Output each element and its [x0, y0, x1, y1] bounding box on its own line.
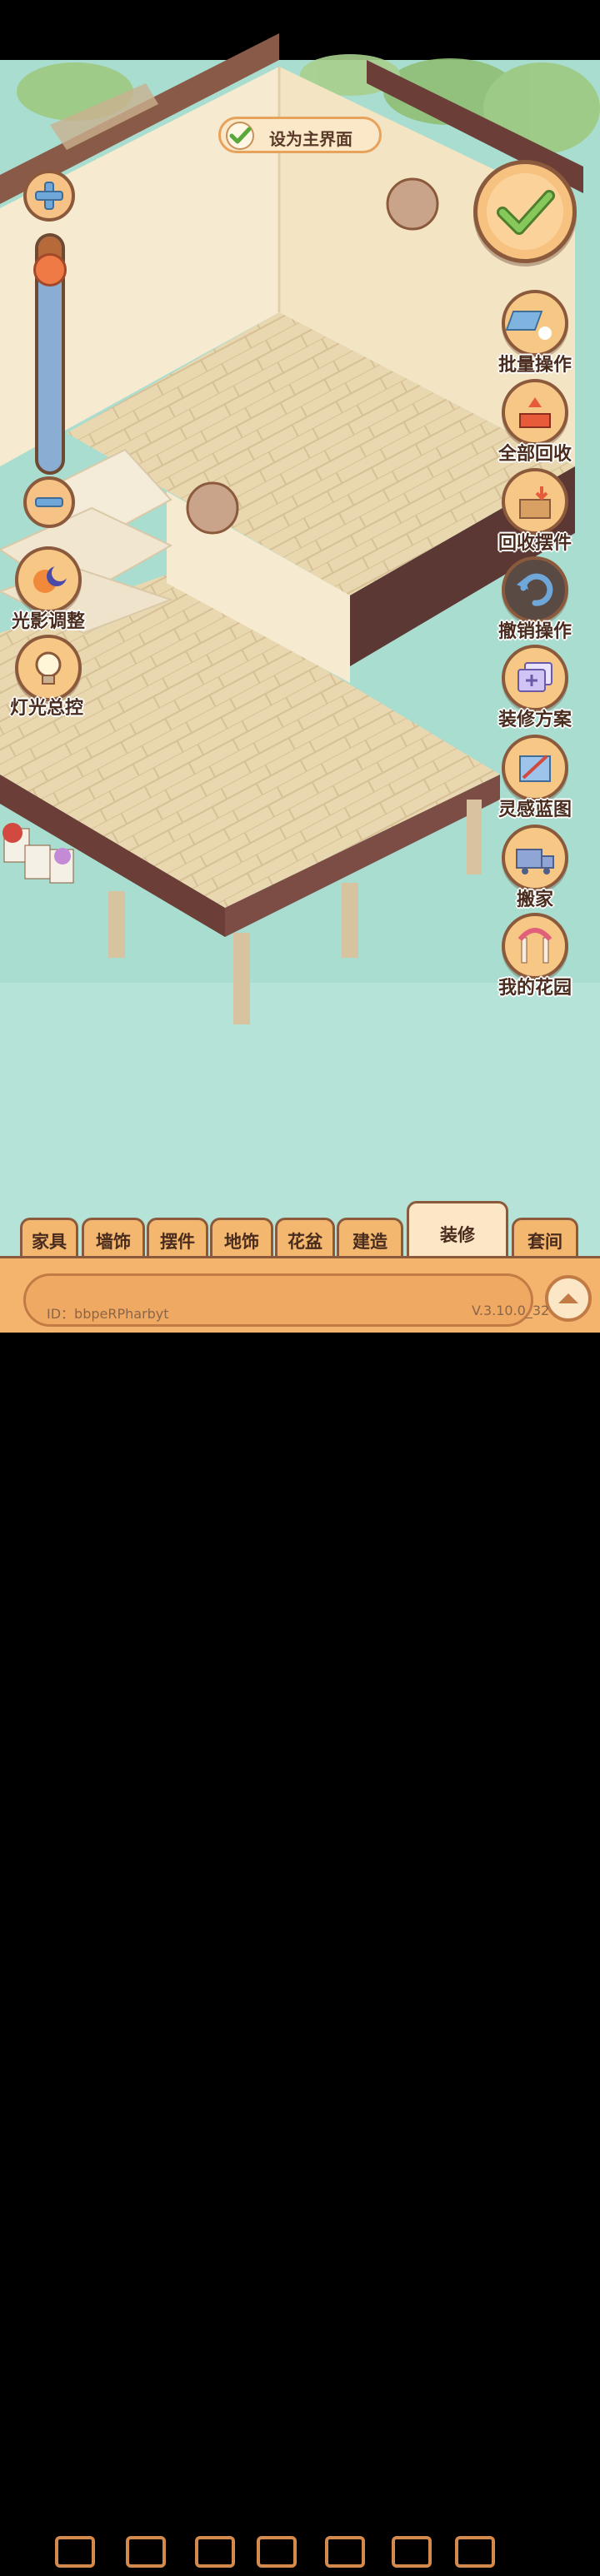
minus-icon [35, 497, 63, 507]
recycle-tray-icon [519, 397, 551, 428]
menu-label-3: 撤销操作 [498, 621, 572, 642]
menu-button-6[interactable] [502, 825, 568, 891]
checkmark-icon [487, 173, 563, 250]
menu-label-2: 回收摆件 [498, 533, 572, 554]
set-main-screen-toggle[interactable]: 设为主界面 [218, 117, 382, 153]
player-id: ID：bbpeRPharbyt [47, 1306, 169, 1322]
light-shadow-button[interactable] [15, 546, 82, 613]
plus-icon [35, 182, 63, 210]
tab-label: 摆件 [160, 1232, 195, 1252]
menu-button-2[interactable] [502, 468, 568, 535]
tab-label: 建造 [352, 1232, 388, 1252]
tab-7[interactable]: 套间 [512, 1218, 578, 1261]
paint-roller-icon[interactable] [386, 177, 439, 231]
tab-6[interactable]: 装修 [407, 1201, 508, 1261]
tab-5[interactable]: 建造 [337, 1218, 403, 1261]
menu-button-3[interactable] [502, 556, 568, 623]
zoom-in-button[interactable] [23, 170, 75, 222]
garden-arch-icon [518, 928, 552, 964]
menu-button-1[interactable] [502, 379, 568, 446]
plan-cards-icon [518, 662, 552, 692]
bridge-icon[interactable] [387, 2531, 437, 2573]
menu-label-1: 全部回收 [498, 444, 572, 465]
tab-1[interactable]: 墙饰 [82, 1218, 145, 1261]
tab-label: 家具 [32, 1232, 67, 1252]
tab-label: 花盆 [288, 1232, 322, 1252]
checkmark-icon [226, 122, 254, 150]
stairs-icon[interactable] [320, 2531, 370, 2573]
menu-label-6: 搬家 [516, 889, 553, 910]
light-bulb-icon [35, 651, 62, 685]
moving-truck-icon [516, 849, 554, 874]
tab-3[interactable]: 地饰 [210, 1218, 273, 1261]
zoom-slider-handle[interactable] [33, 252, 67, 286]
chevron-up-icon [558, 1293, 578, 1303]
roof-icon[interactable] [450, 2531, 500, 2573]
menu-button-5[interactable] [502, 735, 568, 801]
menu-button-0[interactable] [502, 290, 568, 356]
tab-label: 装修 [440, 1225, 475, 1245]
tab-label: 墙饰 [96, 1232, 131, 1252]
menu-label-4: 装修方案 [498, 710, 572, 730]
menu-button-4[interactable] [502, 645, 568, 711]
menu-button-7[interactable] [502, 913, 568, 979]
hand-tile-icon [505, 311, 552, 340]
tab-2[interactable]: 摆件 [147, 1218, 208, 1261]
zoom-out-button[interactable] [23, 476, 75, 528]
tab-4[interactable]: 花盆 [275, 1218, 335, 1261]
blueprint-icon [519, 755, 551, 782]
undo-icon [517, 573, 553, 606]
wall-icon[interactable] [190, 2531, 240, 2573]
railing-icon[interactable] [252, 2531, 302, 2573]
light-shadow-label: 光影调整 [11, 611, 85, 632]
menu-label-7: 我的花园 [498, 978, 572, 999]
menu-label-0: 批量操作 [498, 355, 572, 376]
set-main-screen-label: 设为主界面 [269, 129, 352, 149]
fence-icon[interactable] [50, 2531, 100, 2573]
light-control-button[interactable] [15, 635, 82, 701]
menu-label-5: 灵感蓝图 [498, 800, 572, 820]
expand-toolbar-button[interactable] [545, 1275, 592, 1322]
floor-tile-icon[interactable] [121, 2531, 171, 2573]
tab-0[interactable]: 家具 [20, 1218, 78, 1261]
version-text: V.3.10.0_32 [472, 1303, 550, 1318]
paint-roller-icon[interactable] [186, 481, 239, 535]
recycle-box-icon [519, 486, 551, 519]
confirm-button[interactable] [473, 160, 577, 263]
tab-label: 地饰 [224, 1232, 259, 1252]
light-control-label: 灯光总控 [9, 698, 83, 719]
tab-label: 套间 [528, 1232, 562, 1252]
sun-moon-icon [33, 565, 68, 593]
